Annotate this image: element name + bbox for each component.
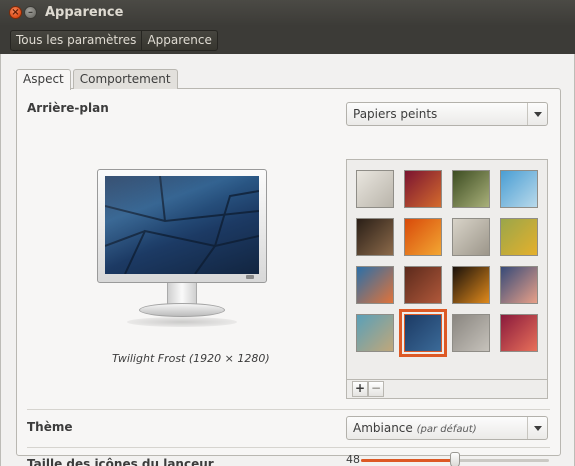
add-wallpaper-button[interactable]: + [352, 381, 368, 397]
wallpaper-thumbnail[interactable] [404, 266, 442, 304]
chevron-down-icon [527, 417, 547, 439]
wallpaper-thumbnail[interactable] [500, 266, 538, 304]
launcher-icon-size-value: 48 [346, 453, 360, 466]
tab-behavior[interactable]: Comportement [72, 69, 178, 89]
monitor-shadow [127, 317, 237, 327]
wallpaper-thumbnail[interactable] [500, 170, 538, 208]
wallpaper-thumbnail[interactable] [452, 266, 490, 304]
tab-bar: Aspect Comportement [16, 69, 180, 90]
divider [27, 409, 550, 410]
monitor-power-button [246, 275, 254, 279]
wallpaper-thumbnail[interactable] [356, 218, 394, 256]
monitor-stand [139, 303, 225, 317]
wallpaper-grid [346, 159, 548, 399]
launcher-icon-size-slider[interactable] [361, 452, 549, 466]
launcher-icon-size-label: Taille des icônes du lanceur [27, 457, 214, 466]
slider-fill [361, 459, 455, 462]
title-bar: × – Apparence [0, 0, 575, 26]
theme-dropdown[interactable]: Ambiance (par défaut) [346, 416, 548, 440]
wallpaper-thumbnail[interactable] [452, 314, 490, 352]
monitor-screen [105, 176, 259, 274]
window-title: Apparence [45, 5, 124, 20]
wallpaper-thumbnail[interactable] [404, 218, 442, 256]
wallpaper-preview [97, 169, 267, 329]
tab-panel: Arrière-plan Twilight Frost (1920 × 1280… [16, 88, 561, 466]
wallpaper-thumbnail[interactable] [356, 170, 394, 208]
wallpaper-thumbnail[interactable] [399, 309, 447, 357]
wallpaper-thumbnail[interactable] [404, 170, 442, 208]
toolbar: Tous les paramètres Apparence [0, 26, 575, 54]
slider-handle[interactable] [450, 452, 460, 466]
divider [27, 447, 550, 448]
breadcrumb-all-settings[interactable]: Tous les paramètres [11, 31, 141, 50]
wallpaper-preview-image [105, 176, 259, 274]
content-area: Aspect Comportement Arrière-plan Twiligh… [0, 54, 575, 466]
chevron-down-icon [527, 103, 547, 125]
theme-label: Thème [27, 420, 73, 434]
theme-value: Ambiance (par défaut) [353, 421, 477, 435]
wallpaper-thumbnail[interactable] [452, 170, 490, 208]
close-icon[interactable]: × [9, 6, 22, 19]
theme-default-note: (par défaut) [416, 424, 477, 435]
wallpaper-thumbnail[interactable] [452, 218, 490, 256]
wallpaper-thumbnail[interactable] [500, 314, 538, 352]
breadcrumb-appearance[interactable]: Apparence [141, 31, 216, 50]
wallpaper-grid-toolbar: + − [346, 379, 548, 399]
wallpaper-caption: Twilight Frost (1920 × 1280) [112, 352, 270, 365]
monitor-neck [167, 283, 197, 305]
background-label: Arrière-plan [27, 101, 109, 115]
wallpaper-thumbnail[interactable] [356, 314, 394, 352]
tab-aspect[interactable]: Aspect [16, 69, 71, 90]
remove-wallpaper-button[interactable]: − [368, 381, 384, 397]
minimize-icon[interactable]: – [24, 6, 37, 19]
monitor-frame [97, 169, 267, 283]
breadcrumb: Tous les paramètres Apparence [10, 30, 218, 51]
wallpaper-source-dropdown[interactable]: Papiers peints [346, 102, 548, 126]
wallpaper-thumbnail[interactable] [500, 218, 538, 256]
wallpaper-source-value: Papiers peints [353, 107, 438, 121]
wallpaper-thumbnail[interactable] [356, 266, 394, 304]
